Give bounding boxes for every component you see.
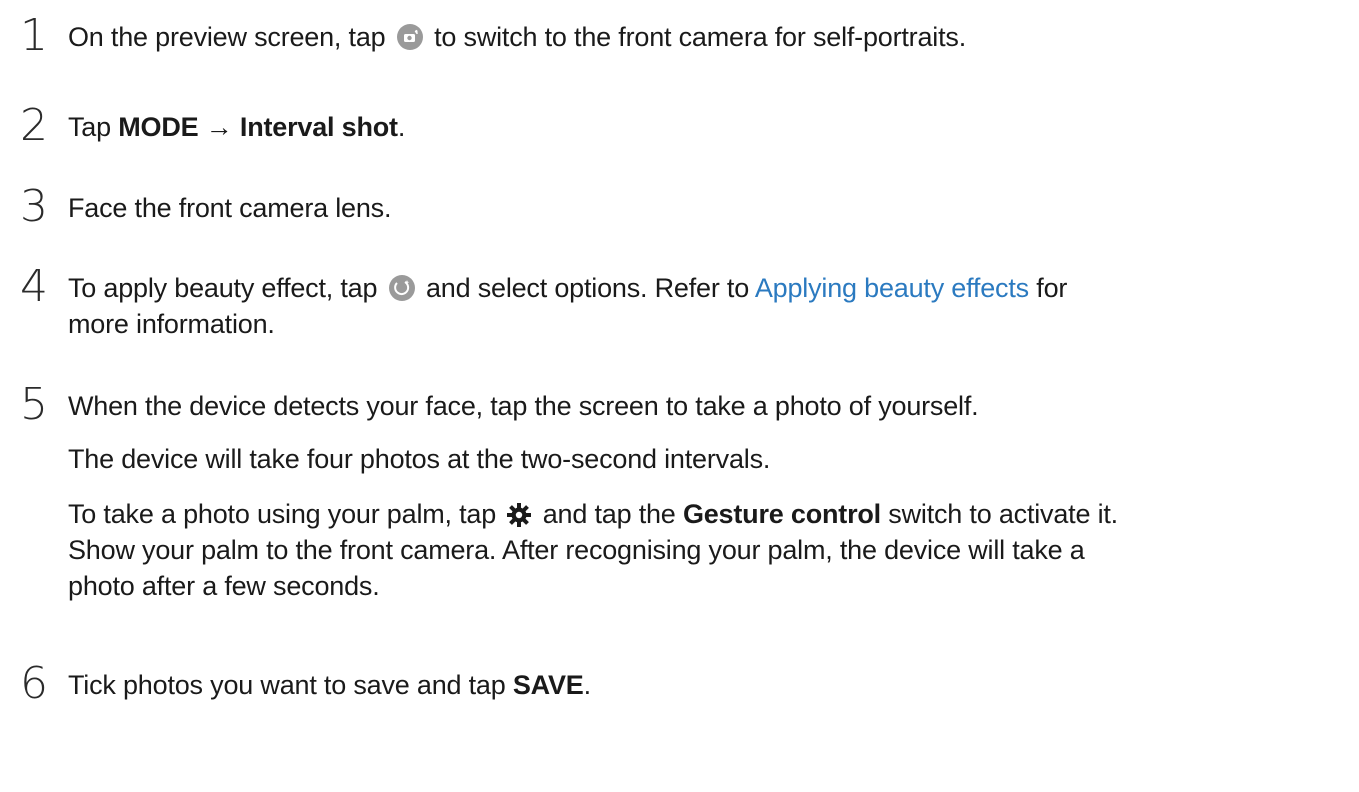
step-text: photo after a few seconds. [68,571,380,601]
step-text: The device will take four photos at the … [68,444,771,474]
settings-gear-icon [506,502,532,536]
step-text: When the device detects your face, tap t… [68,391,979,421]
step-text-part: switch to activate it. [888,499,1118,529]
step-text-part: for [1036,273,1068,303]
step-text: To apply beauty effect, tap and select o… [68,271,1067,310]
step-text-part: Tick photos you want to save and tap [68,670,506,700]
interval-shot-label: Interval shot [239,112,398,142]
step-number: 1 [20,10,48,61]
save-label: SAVE [512,670,584,700]
step-text: Show your palm to the front camera. Afte… [68,535,1085,565]
step-text: Tick photos you want to save and tap SAV… [68,668,591,702]
step-number: 5 [20,379,48,430]
step-text-part: to switch to the front camera for self-p… [434,22,966,52]
gesture-control-label: Gesture control [682,499,881,529]
step-text: To take a photo using your palm, tap and… [68,497,1118,536]
step-text-part: and tap the [542,499,676,529]
step-text-part: Tap [68,112,111,142]
step-text-part: To apply beauty effect, tap [68,273,378,303]
step-text: Tap MODE → Interval shot. [68,110,405,144]
beauty-face-icon [388,274,416,310]
step-text: more information. [68,309,275,339]
arrow-glyph: → [205,112,233,142]
step-number: 2 [20,100,48,151]
camera-switch-icon [396,23,424,59]
step-text-part: and select options. Refer to [425,273,750,303]
step-text: On the preview screen, tap to switch to … [68,20,966,59]
period: . [583,670,592,700]
step-text-part: On the preview screen, tap [68,22,386,52]
mode-label: MODE [118,112,199,142]
step-number: 4 [20,261,48,312]
step-number: 3 [20,181,48,232]
applying-beauty-effects-link[interactable]: Applying beauty effects [755,273,1029,303]
step-text: Face the front camera lens. [68,193,392,223]
period: . [397,112,406,142]
step-number: 6 [20,658,48,709]
step-text-part: To take a photo using your palm, tap [68,499,497,529]
